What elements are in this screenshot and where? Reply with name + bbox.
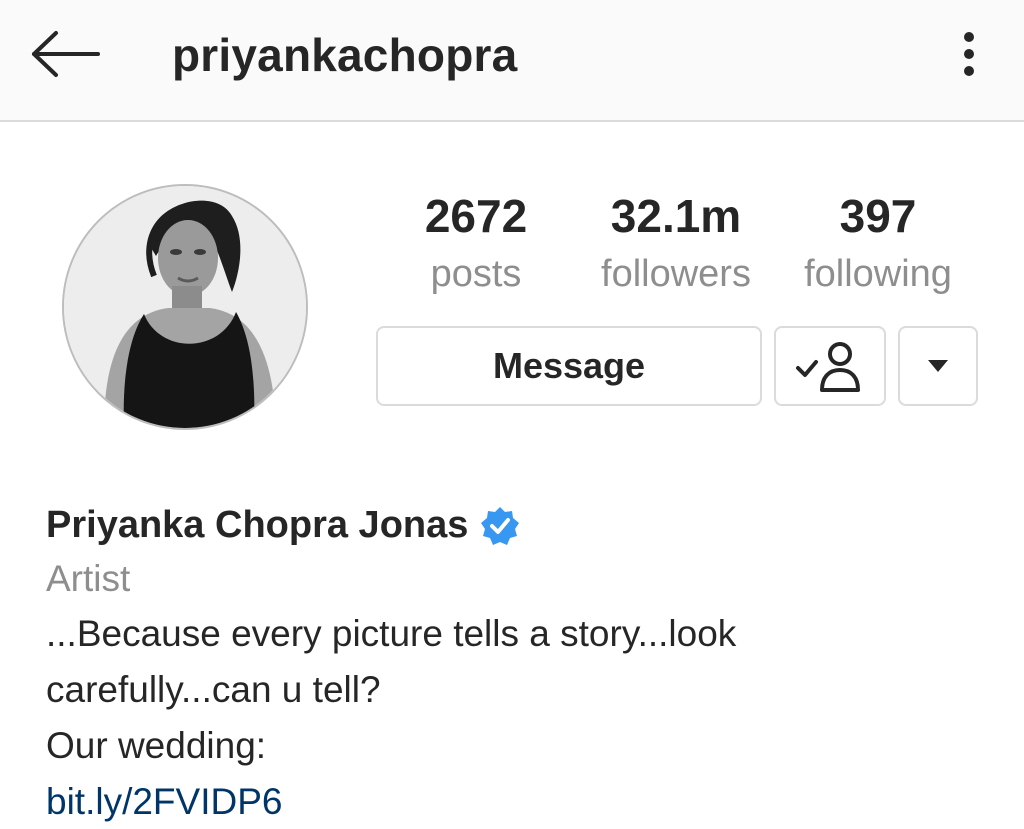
message-button[interactable]: Message — [376, 326, 762, 406]
person-check-icon — [796, 342, 860, 392]
stat-followers[interactable]: 32.1m followers — [586, 188, 766, 300]
full-name-text: Priyanka Chopra Jonas — [46, 504, 469, 546]
followers-count: 32.1m — [610, 190, 742, 242]
message-button-label: Message — [492, 345, 646, 386]
vertical-dots-icon — [964, 32, 974, 76]
followers-label: followers — [601, 253, 751, 295]
profile-avatar[interactable] — [62, 184, 308, 430]
suggested-accounts-dropdown[interactable] — [898, 326, 978, 406]
posts-label: posts — [430, 253, 522, 295]
verified-badge-icon — [480, 506, 520, 546]
bio-line-2: carefully...can u tell? — [46, 669, 381, 710]
back-button[interactable] — [26, 24, 106, 84]
profile-username: priyankachopra — [172, 29, 518, 81]
top-bar: priyankachopra — [0, 0, 1024, 122]
more-options-button[interactable] — [946, 24, 992, 84]
following-label: following — [804, 253, 952, 295]
caret-down-icon — [928, 360, 948, 372]
stat-following[interactable]: 397 following — [790, 188, 966, 300]
profile-full-name: Priyanka Chopra Jonas — [46, 504, 520, 547]
arrow-left-icon — [32, 31, 100, 77]
posts-count: 2672 — [424, 190, 528, 242]
bio-link[interactable]: bit.ly/2FVIDP6 — [46, 781, 282, 823]
profile-photo — [64, 186, 306, 428]
bio-line-3: Our wedding: — [46, 725, 267, 766]
bio-line-1: ...Because every picture tells a story..… — [46, 613, 737, 654]
following-count: 397 — [839, 190, 917, 242]
following-status-button[interactable] — [774, 326, 886, 406]
profile-category: Artist — [46, 558, 131, 599]
stat-posts: 2672 posts — [400, 188, 552, 300]
